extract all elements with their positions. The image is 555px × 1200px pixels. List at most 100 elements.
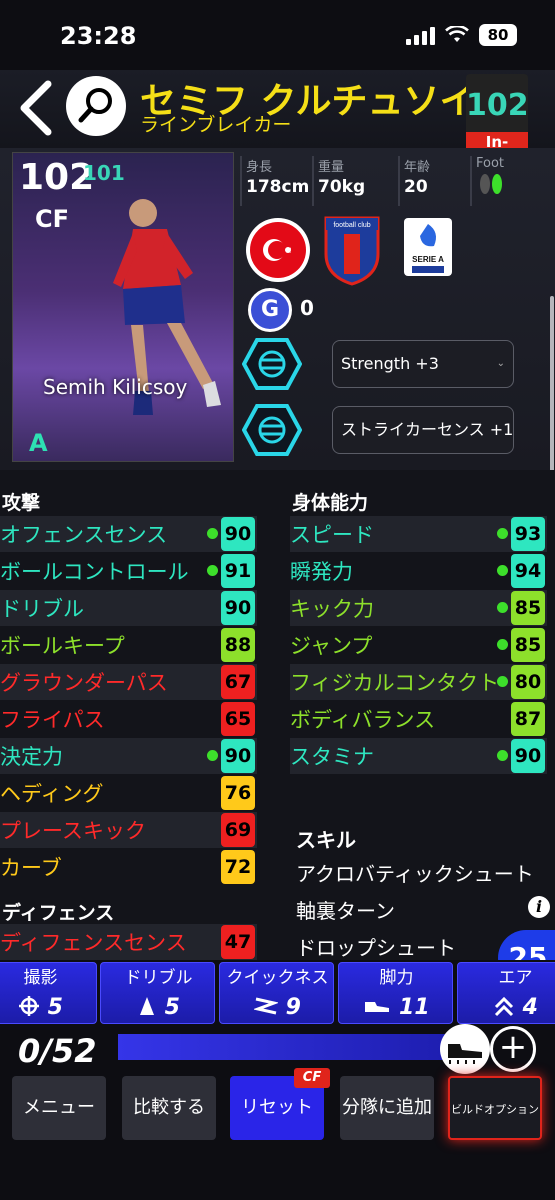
height-attr: 身長 178cm: [240, 156, 312, 206]
stat-value: 76: [221, 776, 255, 810]
training-tab-leg-power[interactable]: 脚力 11: [338, 962, 453, 1024]
boost-dot-icon: [497, 528, 508, 539]
boot-icon: [365, 1002, 390, 1012]
training-points: 9: [285, 995, 301, 1020]
training-tab-label: ドリブル: [124, 968, 193, 988]
skill-item: 軸裏ターン: [296, 899, 395, 923]
booster-label-1: Strength +3: [341, 354, 439, 373]
stat-value: 91: [221, 554, 255, 588]
menu-button[interactable]: メニュー: [12, 1076, 106, 1140]
chevron-down-icon: ⌄: [496, 358, 505, 369]
stat-name: ジャンプ: [290, 634, 373, 658]
card-panel: 102 101 CF Semih Kilicsoy A 身長 178cm 重量 …: [0, 148, 555, 546]
back-button[interactable]: [14, 78, 58, 138]
stat-name: ボディバランス: [290, 708, 436, 732]
club-badge-text: football club: [333, 222, 370, 229]
player-role: ラインブレイカー: [140, 114, 292, 136]
g-count: 0: [300, 296, 314, 320]
stat-value: 69: [221, 813, 255, 847]
stat-name: ドリブル: [0, 597, 84, 621]
boost-dot-icon: [497, 750, 508, 761]
cone-icon: [140, 997, 154, 1015]
training-points: 5: [164, 995, 180, 1020]
booster-label-2: ストライカーセンス +1: [341, 420, 514, 439]
build-options-button[interactable]: ビルドオプション: [448, 1076, 542, 1140]
boost-dot-icon: [207, 750, 218, 761]
age-label: 年齢: [404, 160, 431, 175]
card-player-name: Semih Kilicsoy: [43, 375, 188, 399]
stat-row: ヘディング 76: [0, 775, 257, 811]
player-card[interactable]: 102 101 CF Semih Kilicsoy A: [12, 152, 234, 462]
stat-value: 90: [221, 739, 255, 773]
rating-badge: 102 In-game: [466, 74, 529, 171]
skills-section-title: スキル: [296, 828, 356, 852]
skill-item: アクロバティックシュート: [296, 862, 534, 886]
info-icon[interactable]: i: [528, 896, 550, 918]
stat-row: フィジカルコンタクト 80: [290, 664, 547, 700]
stat-row: ボディバランス 87: [290, 701, 547, 737]
foot-attr: Foot: [470, 156, 530, 206]
stat-value: 87: [511, 702, 545, 736]
bottom-action-bar: メニュー 比較する リセット CF 分隊に追加 ビルドオプション: [0, 1068, 555, 1200]
stat-row: スタミナ 90: [290, 738, 547, 774]
add-button[interactable]: +: [490, 1026, 536, 1072]
club-badge-icon: football club: [324, 216, 380, 286]
league-badge: SERIE A: [404, 218, 452, 276]
stat-name: フィジカルコンタクト: [290, 671, 500, 695]
back-chevron-icon: [20, 80, 52, 136]
card-grade: A: [29, 429, 48, 457]
height-label: 身長: [246, 160, 273, 175]
booster-select-2[interactable]: ストライカーセンス +1: [332, 406, 514, 454]
crosshair-icon: [19, 996, 39, 1016]
zigzag-icon: [252, 997, 280, 1015]
stat-name: キック力: [290, 597, 374, 621]
training-tab-label: 撮影: [23, 968, 58, 988]
stat-row: プレースキック 69: [0, 812, 257, 848]
stat-name: ボールコントロール: [0, 560, 189, 584]
nationality-flag: [246, 218, 310, 282]
signal-icon: [406, 25, 435, 45]
stat-row: ドリブル 90: [0, 590, 257, 626]
card-position: CF: [35, 205, 70, 233]
status-time: 23:28: [60, 22, 137, 50]
stat-name: カーブ: [0, 856, 62, 880]
league-badge-text: SERIE A: [412, 255, 444, 264]
age-attr: 年齢 20: [398, 156, 470, 206]
training-points: 5: [47, 995, 63, 1020]
training-tab-aerial[interactable]: エア 4: [457, 962, 555, 1024]
age-value: 20: [404, 177, 428, 197]
training-tab-dribble[interactable]: ドリブル 5: [100, 962, 215, 1024]
stat-row: キック力 85: [290, 590, 547, 626]
compare-button[interactable]: 比較する: [122, 1076, 216, 1140]
stat-value: 88: [221, 628, 255, 662]
stat-value: 80: [511, 665, 545, 699]
points-row: 0/52 +: [0, 1024, 555, 1078]
turkey-flag-icon: [250, 222, 306, 278]
stat-value: 94: [511, 554, 545, 588]
stat-name: プレースキック: [0, 819, 146, 843]
stat-value: 47: [221, 925, 255, 959]
reset-position-tag: CF: [294, 1068, 330, 1088]
training-tab-value: 4: [458, 995, 555, 1020]
player-header: セミフ クルチュソイ ラインブレイカー 102 In-game: [0, 70, 555, 171]
foot-label: Foot: [476, 156, 505, 171]
stat-value: 90: [221, 591, 255, 625]
training-tab-quickness[interactable]: クイックネス 9: [219, 962, 334, 1024]
stat-row: ボールコントロール 91: [0, 553, 257, 589]
training-tab-shooting[interactable]: 撮影 5: [0, 962, 97, 1024]
stat-name: スピード: [290, 523, 374, 547]
stats-panel: 攻撃 身体能力 オフェンスセンス 90 ボールコントロール 91 ドリブル 90 ボールキー…: [0, 470, 555, 986]
stat-name: スタミナ: [290, 745, 374, 769]
defense-section-title: ディフェンス: [2, 902, 115, 924]
stat-row: ディフェンスセンス 47: [0, 924, 257, 960]
attack-section-title: 攻撃: [2, 492, 41, 514]
attribute-grid: 身長 178cm 重量 70kg 年齢 20 Foot: [240, 156, 540, 206]
training-tab-value: 11: [339, 995, 452, 1020]
booster-select-1[interactable]: Strength +3 ⌄: [332, 340, 514, 388]
add-to-squad-button[interactable]: 分隊に追加: [340, 1076, 434, 1140]
training-tab-value: 5: [101, 995, 214, 1020]
boot-button[interactable]: [440, 1024, 490, 1074]
stat-value: 93: [511, 517, 545, 551]
search-button[interactable]: [66, 76, 126, 136]
stat-value: 90: [221, 517, 255, 551]
